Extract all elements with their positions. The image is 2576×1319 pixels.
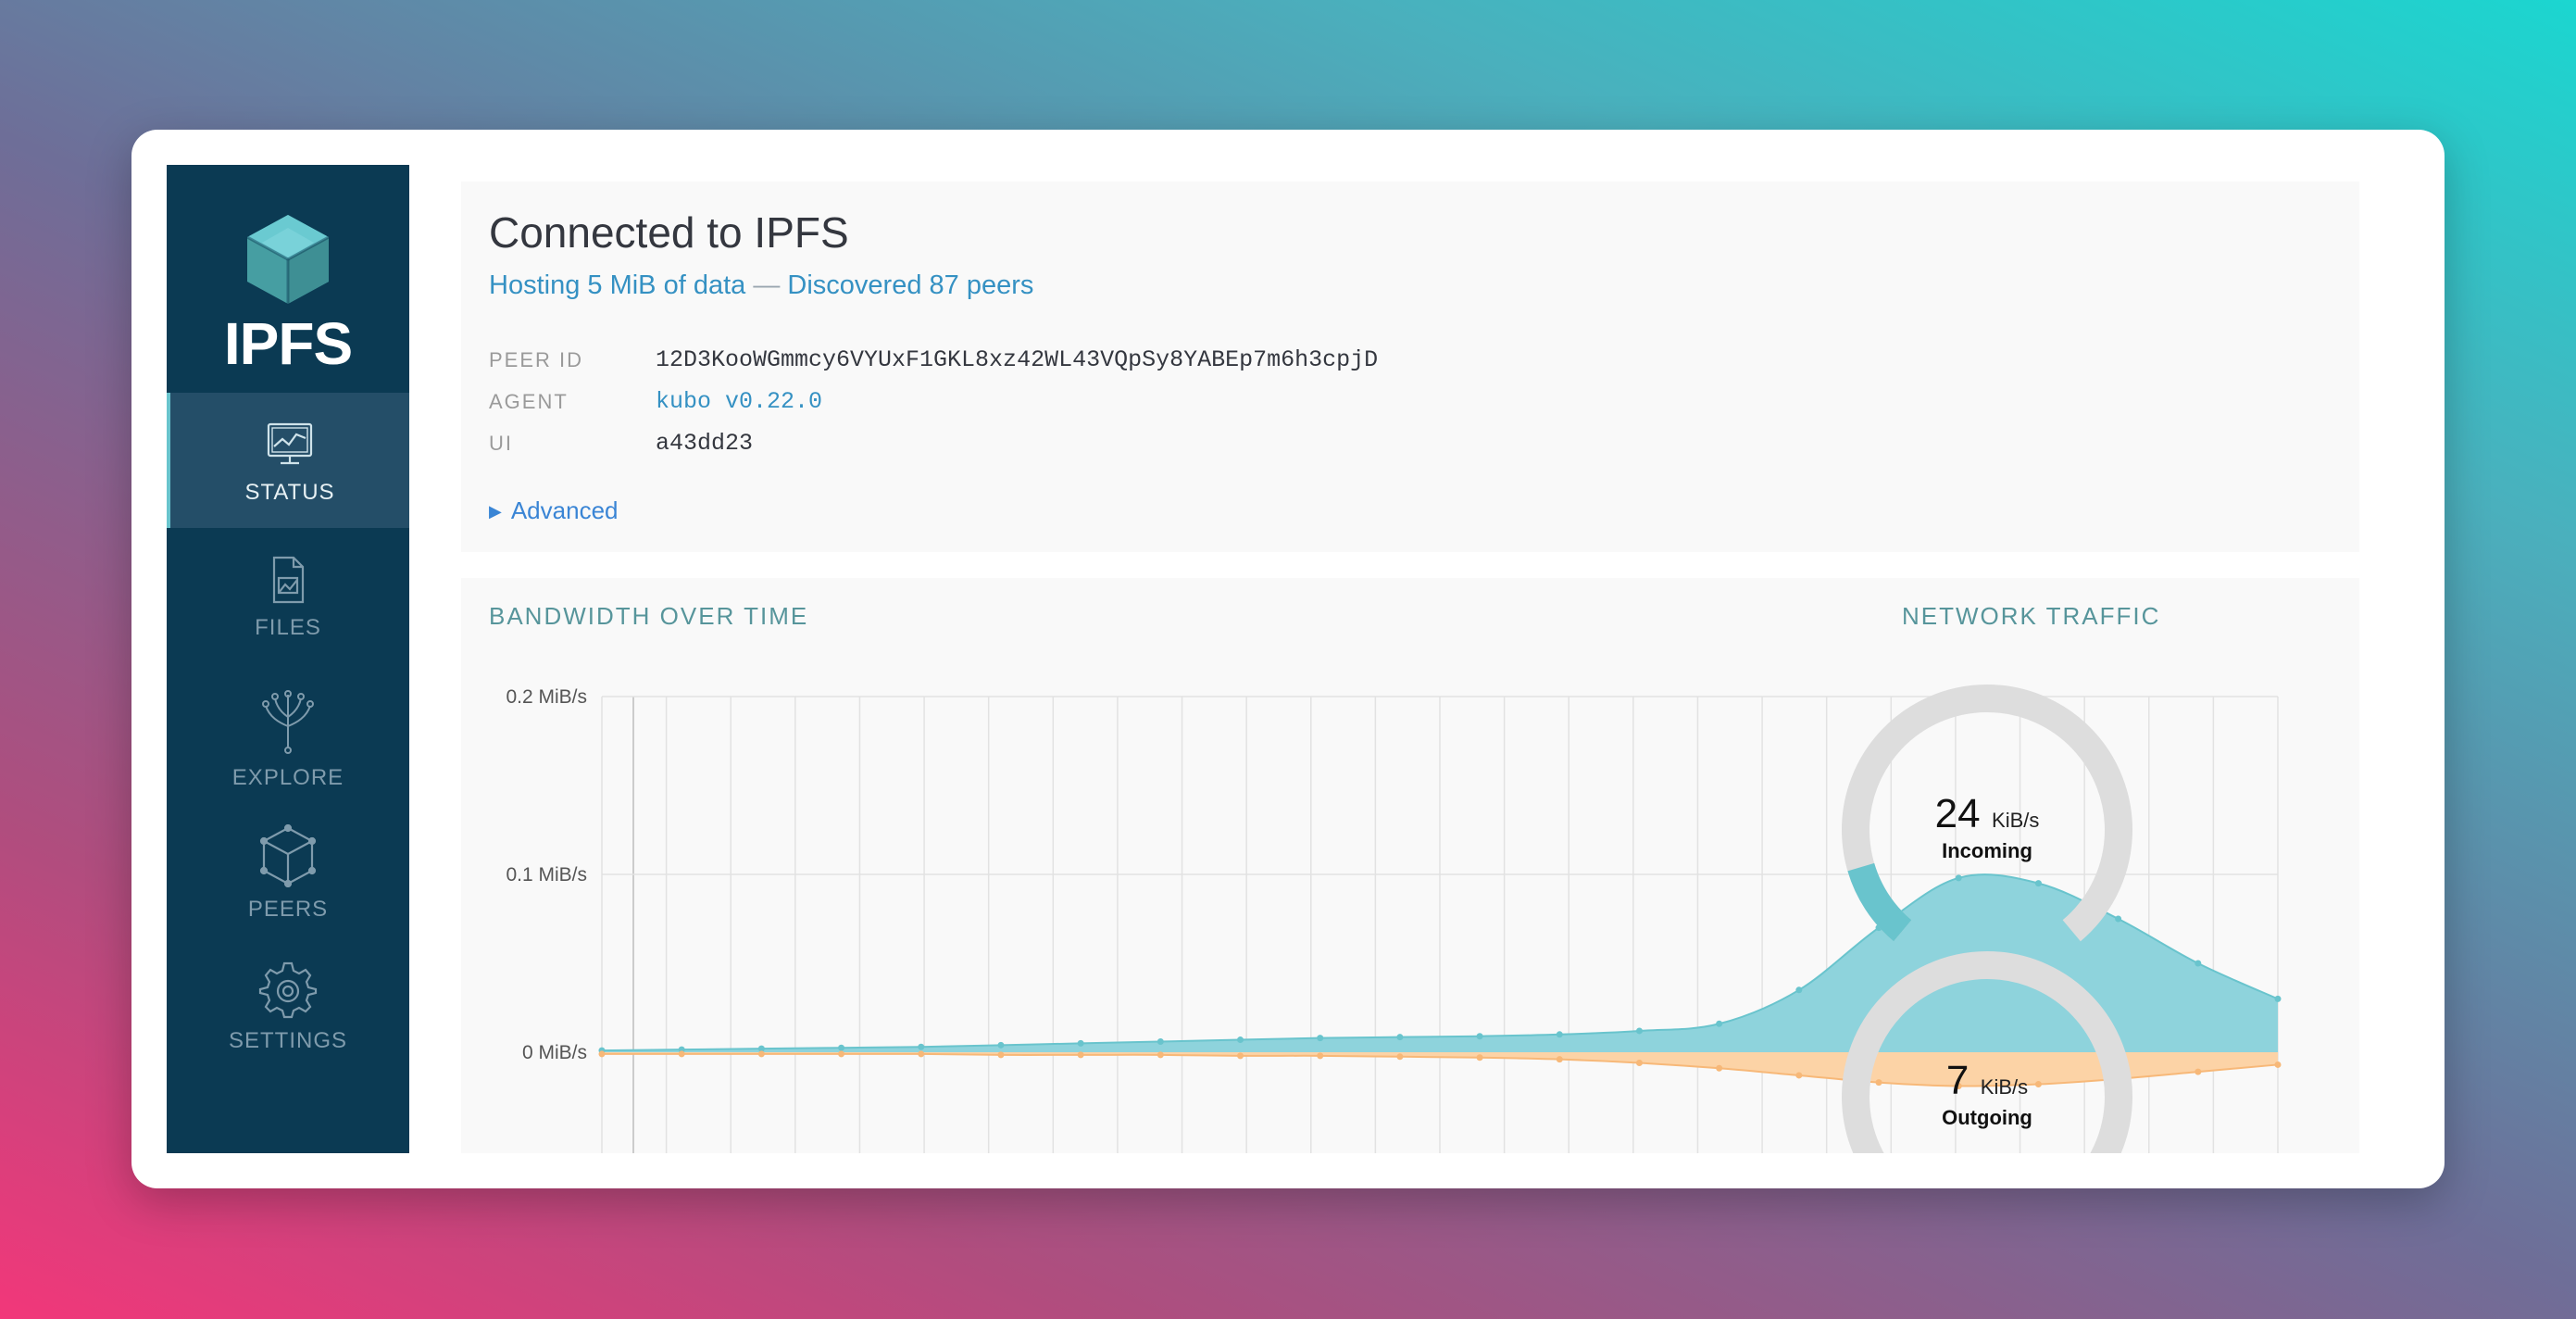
outgoing-data-point [918, 1050, 925, 1058]
outgoing-data-point [2034, 1081, 2042, 1088]
advanced-label: Advanced [510, 496, 619, 524]
main-content: Connected to IPFS Hosting 5 MiB of data … [409, 165, 2407, 1153]
outgoing-data-point [838, 1050, 845, 1058]
incoming-data-point [2195, 960, 2202, 967]
incoming-data-point [1237, 1036, 1244, 1044]
incoming-data-point [1077, 1039, 1084, 1047]
incoming-data-point [918, 1043, 925, 1050]
incoming-data-point [1396, 1034, 1404, 1041]
outgoing-data-point [1396, 1053, 1404, 1061]
ipfs-logo[interactable]: IPFS [167, 211, 409, 378]
y-tick-label: 0.2 MiB/s [506, 686, 587, 708]
incoming-data-point [1635, 1027, 1643, 1035]
outgoing-data-point [598, 1050, 606, 1058]
outgoing-data-point [2195, 1068, 2202, 1075]
outgoing-data-point [1237, 1052, 1244, 1060]
y-tick-label: 0.1 MiB/s [506, 864, 587, 886]
triangle-right-icon: ▶ [489, 502, 502, 521]
files-document-icon [272, 556, 305, 604]
sidebar: IPFS STATUS FILES EXPLORE PEERS SETTINGS [167, 165, 409, 1153]
nav-item-status[interactable]: STATUS [167, 393, 409, 528]
logo-text: IPFS [223, 310, 353, 377]
hosting-link[interactable]: Hosting 5 MiB of data [489, 270, 745, 300]
status-monitor-icon [267, 422, 313, 465]
incoming-data-point [2274, 995, 2282, 1002]
nav-label-explore: EXPLORE [231, 765, 344, 790]
incoming-unit: KiB/s [1992, 809, 2039, 832]
incoming-data-point [997, 1041, 1005, 1049]
incoming-value: 24 [1935, 791, 1981, 836]
nav-item-peers[interactable]: PEERS [167, 798, 409, 934]
summary-separator: — [753, 270, 781, 300]
nav-item-settings[interactable]: SETTINGS [167, 934, 409, 1069]
agent-label: AGENT [489, 390, 569, 413]
peer-id-value[interactable]: 12D3KooWGmmcy6VYUxF1GKL8xz42WL43VQpSy8YA… [656, 346, 1378, 373]
outgoing-data-point [997, 1051, 1005, 1059]
status-card: Connected to IPFS Hosting 5 MiB of data … [461, 182, 2359, 552]
nav-label-peers: PEERS [247, 897, 329, 922]
incoming-data-point [1556, 1031, 1563, 1038]
explore-tree-icon [262, 690, 314, 754]
agent-value-link[interactable]: kubo v0.22.0 [656, 388, 822, 415]
incoming-data-point [1955, 874, 1962, 882]
nav-label-status: STATUS [244, 480, 335, 505]
incoming-data-point [1317, 1035, 1324, 1042]
discovered-peers-link[interactable]: Discovered 87 peers [787, 270, 1033, 300]
nav-label-files: FILES [255, 615, 321, 640]
incoming-label: Incoming [1942, 839, 2032, 862]
incoming-data-point [1476, 1033, 1483, 1040]
status-summary: Hosting 5 MiB of data — Discovered 87 pe… [489, 270, 1033, 301]
ipfs-webui: IPFS STATUS FILES EXPLORE PEERS SETTINGS… [167, 165, 2407, 1153]
page-title: Connected to IPFS [489, 208, 849, 257]
nav-item-files[interactable]: FILES [167, 528, 409, 663]
outgoing-unit: KiB/s [1981, 1075, 2028, 1099]
peers-cube-icon [259, 824, 317, 887]
settings-gear-icon [258, 961, 318, 1019]
incoming-data-point [838, 1044, 845, 1051]
nav-item-explore[interactable]: EXPLORE [167, 663, 409, 798]
incoming-gauge-text: 24 KiB/s [1935, 791, 2040, 836]
incoming-gauge-fill [1847, 862, 1912, 942]
outgoing-data-point [678, 1050, 685, 1058]
outgoing-data-point [1635, 1060, 1643, 1067]
bandwidth-chart: 0.2 MiB/s 0.1 MiB/s 0 MiB/s 24 KiB/s Incom… [506, 685, 2282, 1153]
outgoing-data-point [1077, 1051, 1084, 1059]
peer-id-label: PEER ID [489, 348, 584, 371]
incoming-data-point [1795, 986, 1803, 994]
outgoing-value: 7 [1946, 1058, 1969, 1103]
outgoing-data-point [757, 1050, 765, 1058]
incoming-data-point [2115, 915, 2122, 923]
outgoing-data-point [1317, 1052, 1324, 1060]
outgoing-data-point [2274, 1061, 2282, 1068]
nav-label-settings: SETTINGS [228, 1028, 347, 1053]
outgoing-label: Outgoing [1942, 1106, 2032, 1129]
bandwidth-card: BANDWIDTH OVER TIME NETWORK TRAFFIC 0.2 … [461, 578, 2359, 1153]
outgoing-data-point [1716, 1064, 1723, 1072]
outgoing-data-point [1875, 1079, 1882, 1087]
outgoing-data-point [1556, 1056, 1563, 1063]
outgoing-data-point [1795, 1072, 1803, 1079]
app-window: IPFS STATUS FILES EXPLORE PEERS SETTINGS… [131, 130, 2445, 1188]
incoming-data-point [2034, 880, 2042, 887]
outgoing-data-point [1476, 1054, 1483, 1061]
advanced-toggle[interactable]: ▶ Advanced [489, 496, 619, 525]
outgoing-data-point [1157, 1051, 1164, 1059]
incoming-data-point [1157, 1037, 1164, 1045]
ui-version-value: a43dd23 [656, 430, 754, 457]
incoming-data-point [1716, 1020, 1723, 1027]
ipfs-cube-logo-icon [246, 215, 330, 304]
y-tick-label: 0 MiB/s [522, 1042, 587, 1063]
ui-label: UI [489, 432, 513, 455]
